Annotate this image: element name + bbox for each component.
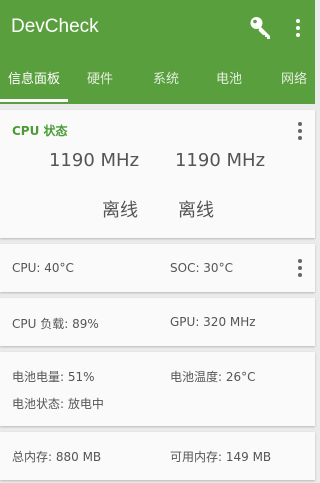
more-vert-icon[interactable] (294, 257, 306, 279)
battery-temperature: 电池温度: 26°C (170, 370, 256, 384)
gpu-frequency: GPU: 320 MHz (170, 315, 256, 329)
more-vert-icon[interactable] (294, 120, 306, 142)
tab-network[interactable]: 网络 (266, 62, 320, 104)
total-memory: 总内存: 880 MB (12, 450, 102, 464)
tab-bar: 信息面板 硬件 系统 电池 网络 (0, 62, 315, 104)
temperature-card: CPU: 40°C SOC: 30°C (0, 244, 315, 292)
load-card: CPU 负载: 89% GPU: 320 MHz (0, 298, 315, 346)
cpu-temperature: CPU: 40°C (12, 261, 74, 275)
soc-temperature: SOC: 30°C (170, 261, 233, 275)
app-bar: DevCheck 信息面板 硬件 系统 电池 网络 (0, 0, 315, 104)
battery-status: 电池状态: 放电中 (12, 397, 104, 411)
key-icon[interactable] (248, 14, 276, 42)
cpu-status-card: CPU 状态 1190 MHz 1190 MHz 离线 离线 (0, 110, 315, 238)
core-frequency: 1190 MHz (174, 150, 266, 171)
tab-dashboard[interactable]: 信息面板 (0, 62, 68, 104)
tab-system[interactable]: 系统 (138, 62, 194, 104)
more-vert-icon[interactable] (292, 16, 304, 40)
battery-card: 电池电量: 51% 电池温度: 26°C 电池状态: 放电中 (0, 352, 315, 426)
cpu-status-title: CPU 状态 (12, 124, 68, 138)
core-frequency: 1190 MHz (48, 150, 140, 171)
tab-hardware[interactable]: 硬件 (72, 62, 128, 104)
available-memory: 可用内存: 149 MB (170, 450, 272, 464)
battery-level: 电池电量: 51% (12, 370, 95, 384)
cpu-load: CPU 负载: 89% (12, 317, 99, 331)
tab-indicator (0, 99, 68, 102)
memory-card: 总内存: 880 MB 可用内存: 149 MB (0, 432, 315, 480)
app-title: DevCheck (11, 16, 99, 37)
tab-battery[interactable]: 电池 (201, 62, 257, 104)
core-status: 离线 (178, 200, 214, 221)
